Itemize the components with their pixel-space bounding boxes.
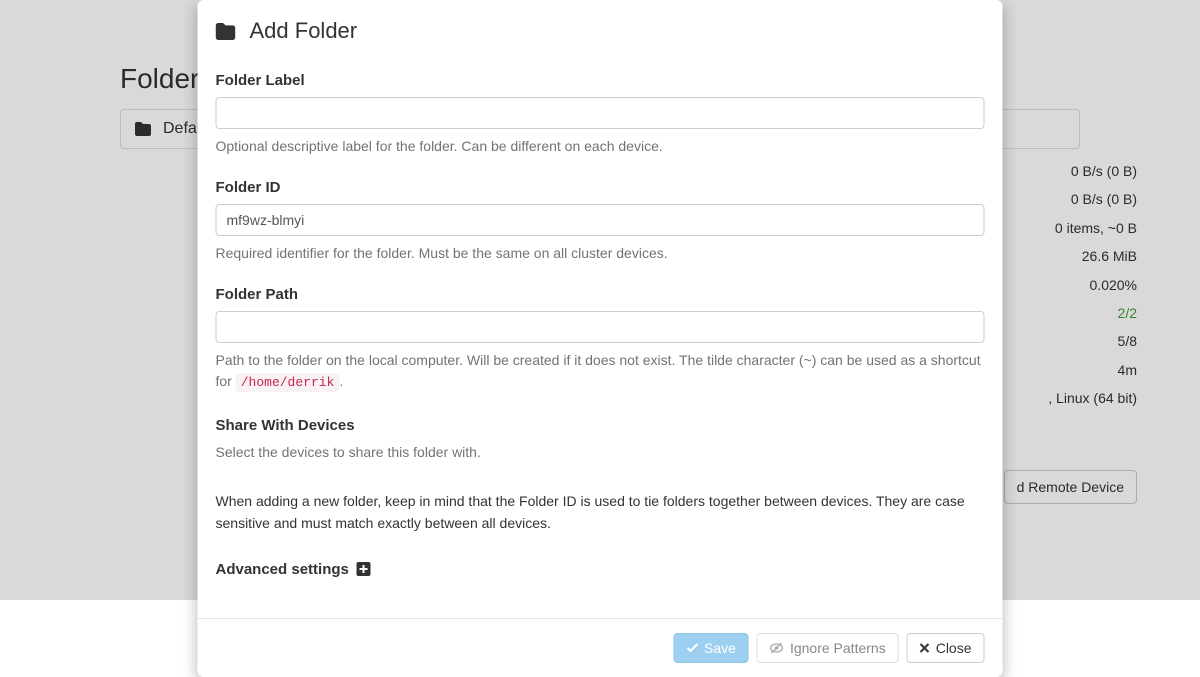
share-devices-text: Select the devices to share this folder … <box>216 442 985 464</box>
plus-square-icon <box>357 562 371 576</box>
folder-path-label: Folder Path <box>216 286 985 303</box>
folder-id-note: When adding a new folder, keep in mind t… <box>216 491 985 534</box>
folder-path-help: Path to the folder on the local computer… <box>216 350 985 393</box>
folder-icon <box>216 23 236 40</box>
folder-id-input[interactable] <box>216 204 985 236</box>
check-icon <box>686 643 698 653</box>
eye-slash-icon <box>770 642 784 654</box>
folder-label-help: Optional descriptive label for the folde… <box>216 136 985 157</box>
folder-path-input[interactable] <box>216 311 985 343</box>
add-folder-modal: Add Folder Folder Label Optional descrip… <box>198 0 1003 677</box>
close-icon <box>920 643 930 653</box>
folder-id-label: Folder ID <box>216 179 985 196</box>
close-button[interactable]: Close <box>907 633 985 663</box>
folder-label-label: Folder Label <box>216 72 985 89</box>
share-devices-title: Share With Devices <box>216 417 985 434</box>
save-button[interactable]: Save <box>673 633 749 663</box>
advanced-settings-toggle[interactable]: Advanced settings <box>216 561 985 578</box>
folder-id-help: Required identifier for the folder. Must… <box>216 243 985 264</box>
folder-label-input[interactable] <box>216 97 985 129</box>
home-path-code: /home/derrik <box>236 373 340 392</box>
modal-title: Add Folder <box>250 18 358 44</box>
ignore-patterns-button[interactable]: Ignore Patterns <box>757 633 899 663</box>
